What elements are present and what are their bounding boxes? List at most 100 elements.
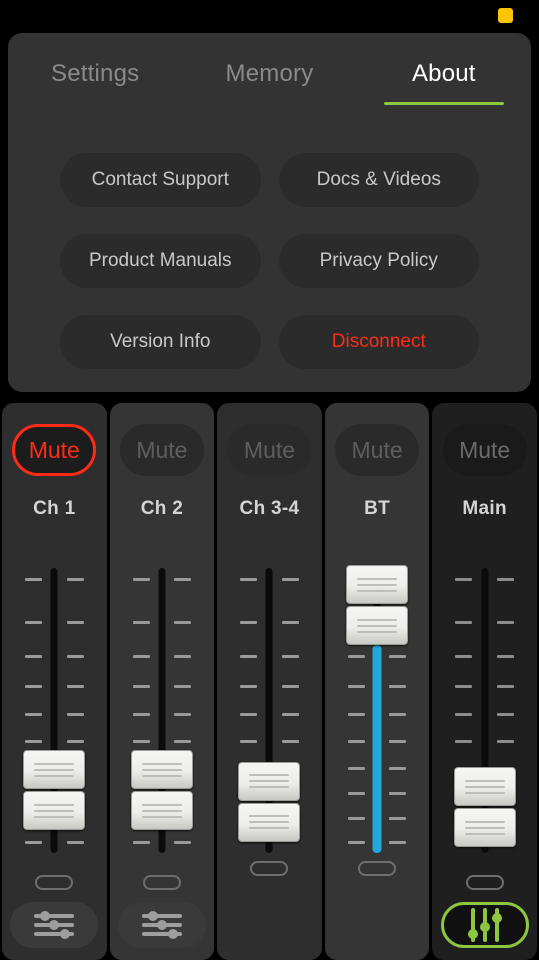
channel-strip-ch-3-4: Mute Ch 3-4: [217, 403, 322, 960]
fader-tick: [174, 713, 192, 717]
fader-cap-line: [357, 624, 398, 627]
about-button-grid: Contact Support Docs & Videos Product Ma…: [8, 153, 531, 369]
fader-tick: [25, 740, 42, 744]
fader-null-indicator: [142, 875, 181, 890]
fader-cap-line: [357, 618, 398, 621]
mixer-app-window: Settings Memory About Contact Support Do…: [0, 0, 539, 960]
fader-cap-line: [249, 780, 290, 783]
fader-null-indicator: [465, 875, 504, 890]
fader-tick: [132, 684, 150, 688]
fader-handle[interactable]: [23, 750, 86, 831]
fader-tick: [25, 684, 42, 688]
mute-button-ch-1[interactable]: Mute: [12, 424, 97, 476]
fader-cap-upper[interactable]: [130, 750, 193, 790]
tab-about-label: About: [411, 60, 476, 87]
fader-bt[interactable]: [325, 553, 430, 960]
fader-cap-line: [464, 785, 505, 788]
fader-handle[interactable]: [346, 565, 409, 646]
channel-strip-main: Mute Main: [432, 403, 537, 960]
fader-cap-lower[interactable]: [23, 791, 86, 831]
fader-cap-upper[interactable]: [23, 750, 86, 790]
fader-cap-line: [141, 809, 182, 812]
fader-cap-upper[interactable]: [346, 565, 409, 605]
fader-handle[interactable]: [453, 767, 516, 848]
disconnect-button[interactable]: Disconnect: [278, 315, 479, 369]
fader-null-indicator: [358, 861, 397, 876]
tab-about[interactable]: About: [357, 33, 531, 105]
fader-tick: [455, 713, 473, 717]
fader-tick: [347, 713, 365, 717]
fader-tick: [281, 713, 299, 717]
tab-memory-underline: [209, 102, 329, 105]
fader-tick: [389, 684, 407, 688]
fader-main[interactable]: [432, 553, 537, 960]
fader-ch-3-4[interactable]: [217, 553, 322, 960]
mute-button-bt[interactable]: Mute: [335, 424, 420, 476]
fader-cap-line: [34, 774, 75, 777]
fader-cap-line: [141, 815, 182, 818]
fader-handle[interactable]: [130, 750, 193, 831]
mute-button-ch-2[interactable]: Mute: [119, 424, 204, 476]
docs-and-videos-button[interactable]: Docs & Videos: [278, 153, 479, 207]
mute-button-main[interactable]: Mute: [442, 424, 527, 476]
fader-cap-lower[interactable]: [453, 808, 516, 848]
tab-memory-label: Memory: [225, 60, 314, 87]
channel-strip-bt: Mute BT: [324, 403, 430, 960]
fader-cap-line: [464, 791, 505, 794]
horizontal-sliders-icon[interactable]: [117, 902, 206, 948]
fader-ch-2[interactable]: [110, 553, 215, 960]
fader-tick: [174, 841, 192, 844]
fader-tick: [389, 654, 407, 658]
horizontal-sliders-icon[interactable]: [10, 902, 99, 948]
fader-tick: [132, 578, 150, 581]
fader-tick: [174, 740, 192, 744]
fader-cap-lower[interactable]: [346, 606, 409, 646]
fader-cap-line: [357, 583, 398, 586]
fader-tick: [132, 654, 150, 658]
fader-cap-line: [249, 815, 290, 818]
channel-strip-mixer: Mute Ch 1 Mute Ch 2 Mute Ch 3-4 Mute BT Mute Ma…: [0, 403, 539, 960]
settings-panel: Settings Memory About Contact Support Do…: [8, 33, 531, 392]
mute-button-ch-3-4[interactable]: Mute: [227, 424, 312, 476]
privacy-policy-button[interactable]: Privacy Policy: [278, 234, 479, 288]
fader-tick: [347, 740, 365, 744]
fader-cap-line: [249, 827, 290, 830]
fader-tick: [66, 684, 84, 688]
fader-tick: [240, 654, 258, 658]
fader-cap-lower[interactable]: [130, 791, 193, 831]
fader-tick: [496, 578, 514, 581]
fader-cap-line: [141, 803, 182, 806]
fader-tick: [389, 713, 407, 717]
fader-ch-1[interactable]: [2, 553, 107, 960]
fader-cap-lower[interactable]: [238, 802, 301, 842]
channel-label-bt: BT: [364, 498, 391, 519]
product-manuals-button[interactable]: Product Manuals: [60, 234, 261, 288]
fader-tick: [240, 713, 258, 717]
contact-support-button[interactable]: Contact Support: [60, 153, 261, 207]
fader-cap-line: [141, 768, 182, 771]
fader-tick: [174, 578, 192, 581]
fader-cap-line: [249, 821, 290, 824]
tab-bar: Settings Memory About: [8, 33, 531, 105]
tab-memory[interactable]: Memory: [182, 33, 356, 105]
fader-cap-line: [357, 589, 398, 592]
fader-cap-line: [249, 786, 290, 789]
fader-cap-upper[interactable]: [453, 767, 516, 807]
connection-status-indicator: [498, 8, 513, 23]
fader-tick: [66, 654, 84, 658]
tab-settings[interactable]: Settings: [8, 33, 182, 105]
fader-tick: [347, 816, 365, 820]
fader-tick: [496, 713, 514, 717]
fader-tick: [66, 841, 84, 844]
fader-tick: [455, 654, 473, 658]
vertical-sliders-icon[interactable]: [440, 902, 529, 948]
fader-tick: [389, 766, 407, 770]
fader-tick: [240, 621, 258, 625]
version-info-button[interactable]: Version Info: [60, 315, 261, 369]
fader-tick: [132, 621, 150, 625]
fader-handle[interactable]: [238, 761, 301, 842]
fader-cap-line: [141, 762, 182, 765]
fader-cap-upper[interactable]: [238, 761, 301, 801]
fader-tick: [66, 578, 84, 581]
fader-tick: [25, 621, 42, 625]
